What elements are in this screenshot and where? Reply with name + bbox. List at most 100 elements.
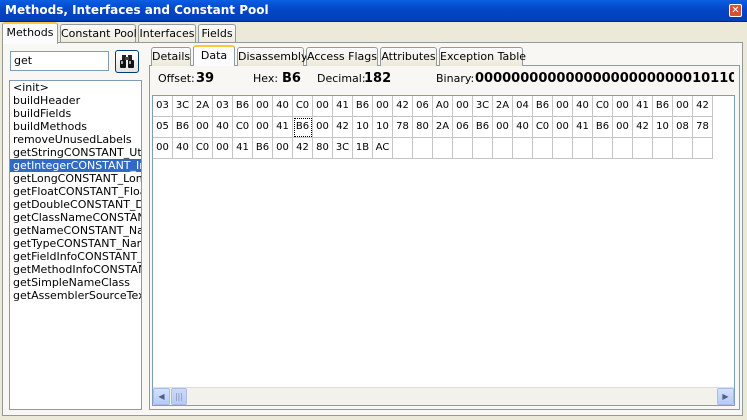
- hex-cell[interactable]: 1B: [353, 138, 373, 159]
- hex-cell[interactable]: B6: [293, 117, 313, 138]
- tab-disassembly[interactable]: Disassembly: [237, 47, 308, 66]
- hex-cell[interactable]: C0: [293, 96, 313, 117]
- hex-cell[interactable]: 40: [513, 117, 533, 138]
- method-list-item[interactable]: getAssemblerSourceText: [10, 289, 141, 302]
- hex-cell[interactable]: 00: [153, 138, 173, 159]
- hex-cell[interactable]: B6: [353, 96, 373, 117]
- hex-cell[interactable]: 41: [333, 96, 353, 117]
- hex-cell[interactable]: 00: [213, 138, 233, 159]
- hex-cell[interactable]: C0: [593, 96, 613, 117]
- hex-cell[interactable]: 00: [613, 117, 633, 138]
- hex-cell[interactable]: 00: [613, 96, 633, 117]
- hex-cell[interactable]: B6: [533, 96, 553, 117]
- hex-cell[interactable]: 00: [193, 117, 213, 138]
- hex-cell[interactable]: 3C: [173, 96, 193, 117]
- hex-cell[interactable]: 06: [413, 96, 433, 117]
- hex-cell[interactable]: 80: [313, 138, 333, 159]
- method-list-item[interactable]: getStringCONSTANT_Utf8: [10, 146, 141, 159]
- hex-cell[interactable]: 2A: [193, 96, 213, 117]
- tab-constant-pool[interactable]: Constant Pool: [60, 24, 137, 44]
- hex-cell[interactable]: B6: [233, 96, 253, 117]
- hex-cell[interactable]: 00: [313, 96, 333, 117]
- hex-cell[interactable]: 3C: [473, 96, 493, 117]
- tab-exception-table[interactable]: Exception Table: [439, 47, 526, 66]
- hex-cell[interactable]: 42: [333, 117, 353, 138]
- hex-cell[interactable]: [633, 138, 653, 159]
- method-list-item[interactable]: getTypeCONSTANT_NameAndType: [10, 237, 141, 250]
- hex-cell[interactable]: [433, 138, 453, 159]
- hex-cell[interactable]: 40: [273, 96, 293, 117]
- scroll-right-button[interactable]: ▶: [717, 388, 734, 405]
- method-search-input[interactable]: get: [10, 51, 109, 71]
- hex-cell[interactable]: [693, 138, 713, 159]
- hex-cell[interactable]: 03: [213, 96, 233, 117]
- method-list-item[interactable]: removeUnusedLabels: [10, 133, 141, 146]
- hex-cell[interactable]: B6: [173, 117, 193, 138]
- hex-cell[interactable]: [573, 138, 593, 159]
- hex-cell[interactable]: 41: [273, 117, 293, 138]
- hex-cell[interactable]: 2A: [493, 96, 513, 117]
- hex-cell[interactable]: 00: [453, 96, 473, 117]
- hex-cell[interactable]: C0: [233, 117, 253, 138]
- hex-cell[interactable]: [493, 138, 513, 159]
- hex-cell[interactable]: [513, 138, 533, 159]
- hex-cell[interactable]: 40: [173, 138, 193, 159]
- method-list-item[interactable]: getNameCONSTANT_NameAndType: [10, 224, 141, 237]
- tab-details[interactable]: Details: [151, 47, 191, 66]
- hex-cell[interactable]: 00: [673, 96, 693, 117]
- method-list-item[interactable]: getFloatCONSTANT_Float: [10, 185, 141, 198]
- method-list-item[interactable]: getDoubleCONSTANT_Double: [10, 198, 141, 211]
- hex-cell[interactable]: B6: [653, 96, 673, 117]
- hex-cell[interactable]: AC: [373, 138, 393, 159]
- method-list-item[interactable]: getMethodInfoCONSTANT_Methodref: [10, 263, 141, 276]
- hex-cell[interactable]: [553, 138, 573, 159]
- method-list-item[interactable]: getSimpleNameClass: [10, 276, 141, 289]
- hex-cell[interactable]: 78: [693, 117, 713, 138]
- tab-interfaces[interactable]: Interfaces: [138, 24, 196, 44]
- find-button[interactable]: [115, 50, 139, 73]
- hex-cell[interactable]: 10: [373, 117, 393, 138]
- hex-cell[interactable]: 00: [313, 117, 333, 138]
- hex-cell[interactable]: [453, 138, 473, 159]
- tab-fields[interactable]: Fields: [198, 24, 236, 44]
- hex-cell[interactable]: [473, 138, 493, 159]
- hex-cell[interactable]: 40: [213, 117, 233, 138]
- scroll-left-button[interactable]: ◀: [153, 388, 170, 405]
- hex-cell[interactable]: 00: [253, 117, 273, 138]
- method-list-item[interactable]: getFieldInfoCONSTANT_Fieldref: [10, 250, 141, 263]
- hex-cell[interactable]: 08: [673, 117, 693, 138]
- hex-cell[interactable]: 04: [513, 96, 533, 117]
- hex-cell[interactable]: 41: [573, 117, 593, 138]
- hex-cell[interactable]: [613, 138, 633, 159]
- hex-cell[interactable]: 40: [573, 96, 593, 117]
- hex-cell[interactable]: 42: [293, 138, 313, 159]
- hex-cell[interactable]: 41: [633, 96, 653, 117]
- scrollbar-thumb[interactable]: |||: [171, 388, 187, 405]
- hex-cell[interactable]: [653, 138, 673, 159]
- method-list-item[interactable]: getLongCONSTANT_Long: [10, 172, 141, 185]
- hex-cell[interactable]: 78: [393, 117, 413, 138]
- hex-cell[interactable]: [593, 138, 613, 159]
- hex-cell[interactable]: 2A: [433, 117, 453, 138]
- hex-cell[interactable]: 10: [653, 117, 673, 138]
- hex-cell[interactable]: C0: [193, 138, 213, 159]
- hex-cell[interactable]: 00: [253, 96, 273, 117]
- hex-cell[interactable]: 41: [233, 138, 253, 159]
- hex-cell[interactable]: 42: [633, 117, 653, 138]
- hex-cell[interactable]: [413, 138, 433, 159]
- hex-cell[interactable]: 80: [413, 117, 433, 138]
- hex-data-grid[interactable]: 03 3C 2A 03 B6 00 40 C0 00 41 B6 00 42 06 A0 00 3C 2A 04 B6…: [152, 95, 735, 406]
- hex-cell[interactable]: 00: [553, 96, 573, 117]
- tab-methods[interactable]: Methods: [2, 22, 58, 44]
- hex-cell[interactable]: [533, 138, 553, 159]
- hex-cell[interactable]: 00: [493, 117, 513, 138]
- hex-cell[interactable]: 10: [353, 117, 373, 138]
- method-list-item[interactable]: buildHeader: [10, 94, 141, 107]
- tab-attributes[interactable]: Attributes: [380, 47, 437, 66]
- hex-cell[interactable]: [393, 138, 413, 159]
- hex-cell[interactable]: [673, 138, 693, 159]
- hex-cell[interactable]: A0: [433, 96, 453, 117]
- method-list[interactable]: <init> buildHeader buildFields buildMethods…: [9, 80, 142, 410]
- method-list-item[interactable]: buildFields: [10, 107, 141, 120]
- hex-cell[interactable]: 05: [153, 117, 173, 138]
